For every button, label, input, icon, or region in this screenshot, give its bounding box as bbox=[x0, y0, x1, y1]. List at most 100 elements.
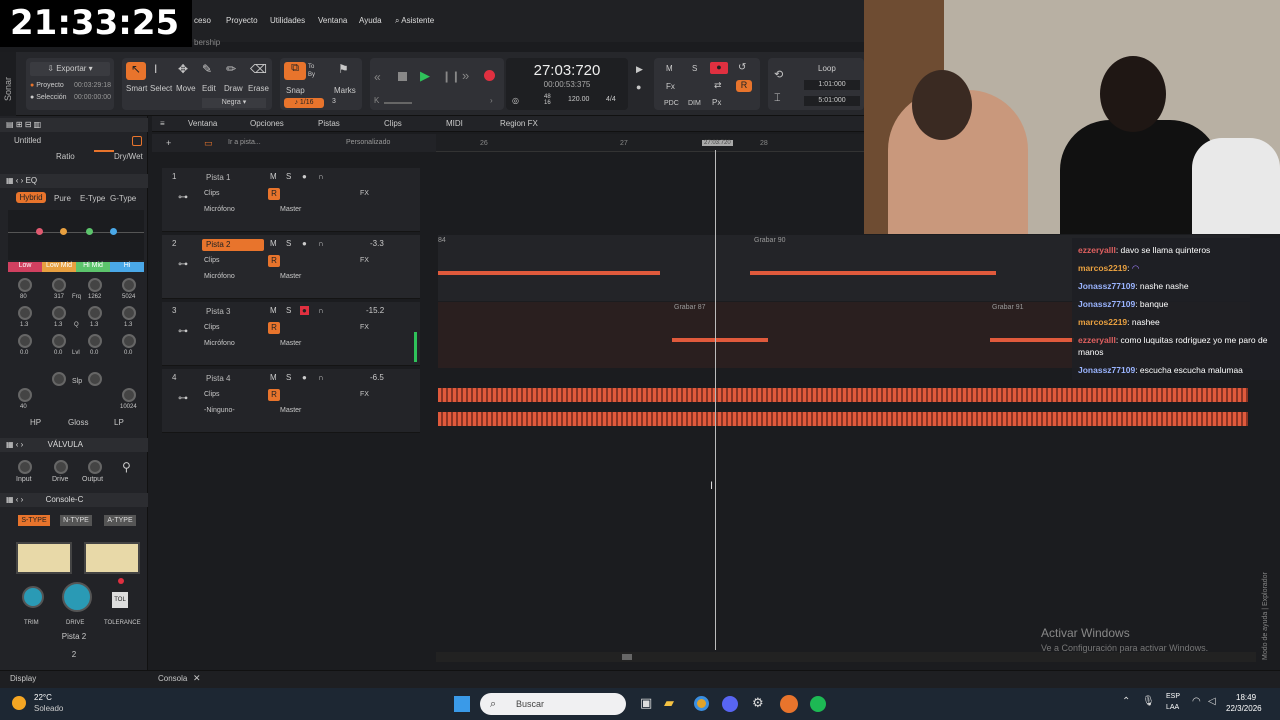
eq-lvl-knob-2[interactable] bbox=[52, 334, 66, 348]
clip-waveform[interactable] bbox=[990, 338, 1074, 342]
loop-icon[interactable]: ⟲ bbox=[774, 68, 783, 81]
move-tool-icon[interactable]: ✥ bbox=[178, 62, 188, 76]
meter-value[interactable]: 4/4 bbox=[606, 96, 616, 103]
eq-node-hi[interactable] bbox=[110, 228, 117, 235]
read-automation-button[interactable]: R bbox=[268, 389, 280, 401]
horizontal-scrollbar[interactable] bbox=[436, 652, 1256, 662]
weather-temp[interactable]: 22°C bbox=[34, 693, 52, 702]
monitor-icon[interactable]: ∩ bbox=[318, 373, 324, 382]
menu-assistant[interactable]: ⌕ Asistente bbox=[395, 16, 434, 26]
eq-node-himid[interactable] bbox=[86, 228, 93, 235]
mute-button[interactable]: M bbox=[270, 172, 277, 181]
menu-help[interactable]: Ayuda bbox=[359, 16, 382, 25]
snap-value[interactable]: ♪ 1/16 bbox=[284, 98, 324, 108]
marker-icon[interactable]: ⚑ bbox=[338, 62, 349, 76]
eq-q-knob-1[interactable] bbox=[18, 306, 32, 320]
spotify-icon[interactable] bbox=[810, 696, 826, 712]
menu-utilities[interactable]: Utilidades bbox=[270, 16, 305, 25]
playhead[interactable] bbox=[715, 150, 716, 650]
eq-freq-knob-4[interactable] bbox=[122, 278, 136, 292]
read-global[interactable]: R bbox=[736, 80, 752, 92]
weather-desc[interactable]: Soleado bbox=[34, 704, 63, 713]
solo-button[interactable]: S bbox=[286, 172, 291, 181]
drywet-slider[interactable] bbox=[94, 150, 114, 152]
eq-lvl-knob-4[interactable] bbox=[122, 334, 136, 348]
mute-button[interactable]: M bbox=[270, 306, 277, 315]
a-type-button[interactable]: A-TYPE bbox=[104, 515, 136, 526]
time-main[interactable]: 27:03:720 bbox=[506, 62, 628, 79]
tv-menu-midi[interactable]: MIDI bbox=[446, 119, 463, 128]
loop-mode-icon[interactable]: ↺ bbox=[738, 62, 746, 73]
output-dropdown[interactable]: Master bbox=[280, 273, 301, 280]
eq-graph[interactable] bbox=[8, 210, 144, 260]
dim-button[interactable]: DIM bbox=[688, 100, 701, 107]
tolerance-button[interactable]: TOL bbox=[112, 592, 128, 608]
track-name[interactable]: Pista 2 bbox=[202, 239, 264, 251]
solo-button[interactable]: S bbox=[286, 306, 291, 315]
folder-icon[interactable]: ▭ bbox=[204, 138, 213, 149]
eq-q-knob-3[interactable] bbox=[88, 306, 102, 320]
goto-end-icon[interactable]: › bbox=[490, 96, 493, 105]
track-name[interactable]: Pista 3 bbox=[202, 306, 264, 318]
task-view-icon[interactable]: ▣ bbox=[640, 695, 652, 711]
tv-menu-options[interactable]: Opciones bbox=[250, 119, 284, 128]
loop-end[interactable]: 5:01:000 bbox=[804, 96, 860, 106]
tempo-value[interactable]: 120.00 bbox=[568, 96, 589, 103]
add-track-icon[interactable]: + bbox=[166, 138, 171, 148]
monitor-icon[interactable]: ∩ bbox=[318, 239, 324, 248]
fx-bin[interactable]: FX bbox=[360, 391, 369, 398]
console-tab[interactable]: Consola bbox=[158, 674, 187, 683]
clips-dropdown[interactable]: Clips bbox=[204, 324, 220, 331]
loop-start[interactable]: 1:01:000 bbox=[804, 80, 860, 90]
eq-q-knob-4[interactable] bbox=[122, 306, 136, 320]
menu-process[interactable]: ceso bbox=[194, 16, 211, 25]
output-dropdown[interactable]: Master bbox=[280, 407, 301, 414]
preset-name[interactable]: Untitled bbox=[14, 136, 41, 145]
record-icon[interactable] bbox=[484, 70, 495, 81]
edit-tool-icon[interactable]: ✎ bbox=[202, 62, 212, 76]
play-icon[interactable]: ▶ bbox=[420, 68, 430, 84]
wifi-icon[interactable]: ◠ bbox=[1192, 696, 1201, 707]
volume-value[interactable]: -6.5 bbox=[370, 373, 384, 382]
record-arm-global[interactable]: ● bbox=[710, 62, 728, 74]
clip-waveform[interactable] bbox=[438, 412, 1248, 426]
windows-start-icon[interactable] bbox=[454, 696, 470, 712]
output-dropdown[interactable]: Master bbox=[280, 206, 301, 213]
stop-icon[interactable] bbox=[398, 72, 407, 81]
swap-icon[interactable]: ⇄ bbox=[714, 80, 722, 91]
slope-knob-2[interactable] bbox=[88, 372, 102, 386]
smart-tool-icon[interactable]: ↖ bbox=[126, 62, 146, 80]
input-dropdown[interactable]: Micrófono bbox=[204, 206, 235, 213]
clock-time[interactable]: 18:49 bbox=[1236, 693, 1256, 702]
arm-button[interactable]: ● bbox=[302, 172, 307, 181]
metronome-icon[interactable]: ◎ bbox=[512, 96, 519, 105]
track-name[interactable]: Pista 1 bbox=[202, 172, 264, 184]
read-automation-button[interactable]: R bbox=[268, 322, 280, 334]
draw-tool-icon[interactable]: ✏ bbox=[226, 62, 236, 76]
pdc-button[interactable]: PDC bbox=[664, 100, 679, 107]
goto-track-input[interactable]: Ir a pista... bbox=[228, 139, 261, 146]
input-dropdown[interactable]: Micrófono bbox=[204, 340, 235, 347]
close-icon[interactable]: ✕ bbox=[193, 673, 201, 684]
lp-button[interactable]: LP bbox=[114, 418, 124, 427]
punch-icon[interactable]: ⌶ bbox=[774, 92, 781, 105]
file-explorer-icon[interactable]: ▰ bbox=[664, 695, 674, 711]
tray-chevron-icon[interactable]: ⌃ bbox=[1122, 696, 1130, 707]
snap-icon[interactable]: ⧉ bbox=[284, 62, 306, 80]
fx-bin[interactable]: FX bbox=[360, 324, 369, 331]
goto-start-icon[interactable]: K bbox=[374, 96, 379, 105]
arm-button[interactable]: ● bbox=[302, 239, 307, 248]
valve-input-knob[interactable] bbox=[18, 460, 32, 474]
read-automation-button[interactable]: R bbox=[268, 255, 280, 267]
solo-global[interactable]: S bbox=[692, 64, 697, 73]
timeline-ruler[interactable]: 26 27 27:03:720 28 bbox=[436, 134, 864, 152]
n-type-button[interactable]: N-TYPE bbox=[60, 515, 92, 526]
taskbar-search[interactable]: ⌕ Buscar bbox=[480, 693, 626, 715]
tv-menu-tracks[interactable]: Pistas bbox=[318, 119, 340, 128]
tv-menu-clips[interactable]: Clips bbox=[384, 119, 402, 128]
display-select[interactable]: Display bbox=[10, 674, 36, 683]
solo-button[interactable]: S bbox=[286, 239, 291, 248]
erase-tool-icon[interactable]: ⌫ bbox=[250, 62, 267, 76]
px-button[interactable]: Px bbox=[712, 98, 721, 107]
volume-icon[interactable]: ◁ bbox=[1208, 696, 1216, 707]
